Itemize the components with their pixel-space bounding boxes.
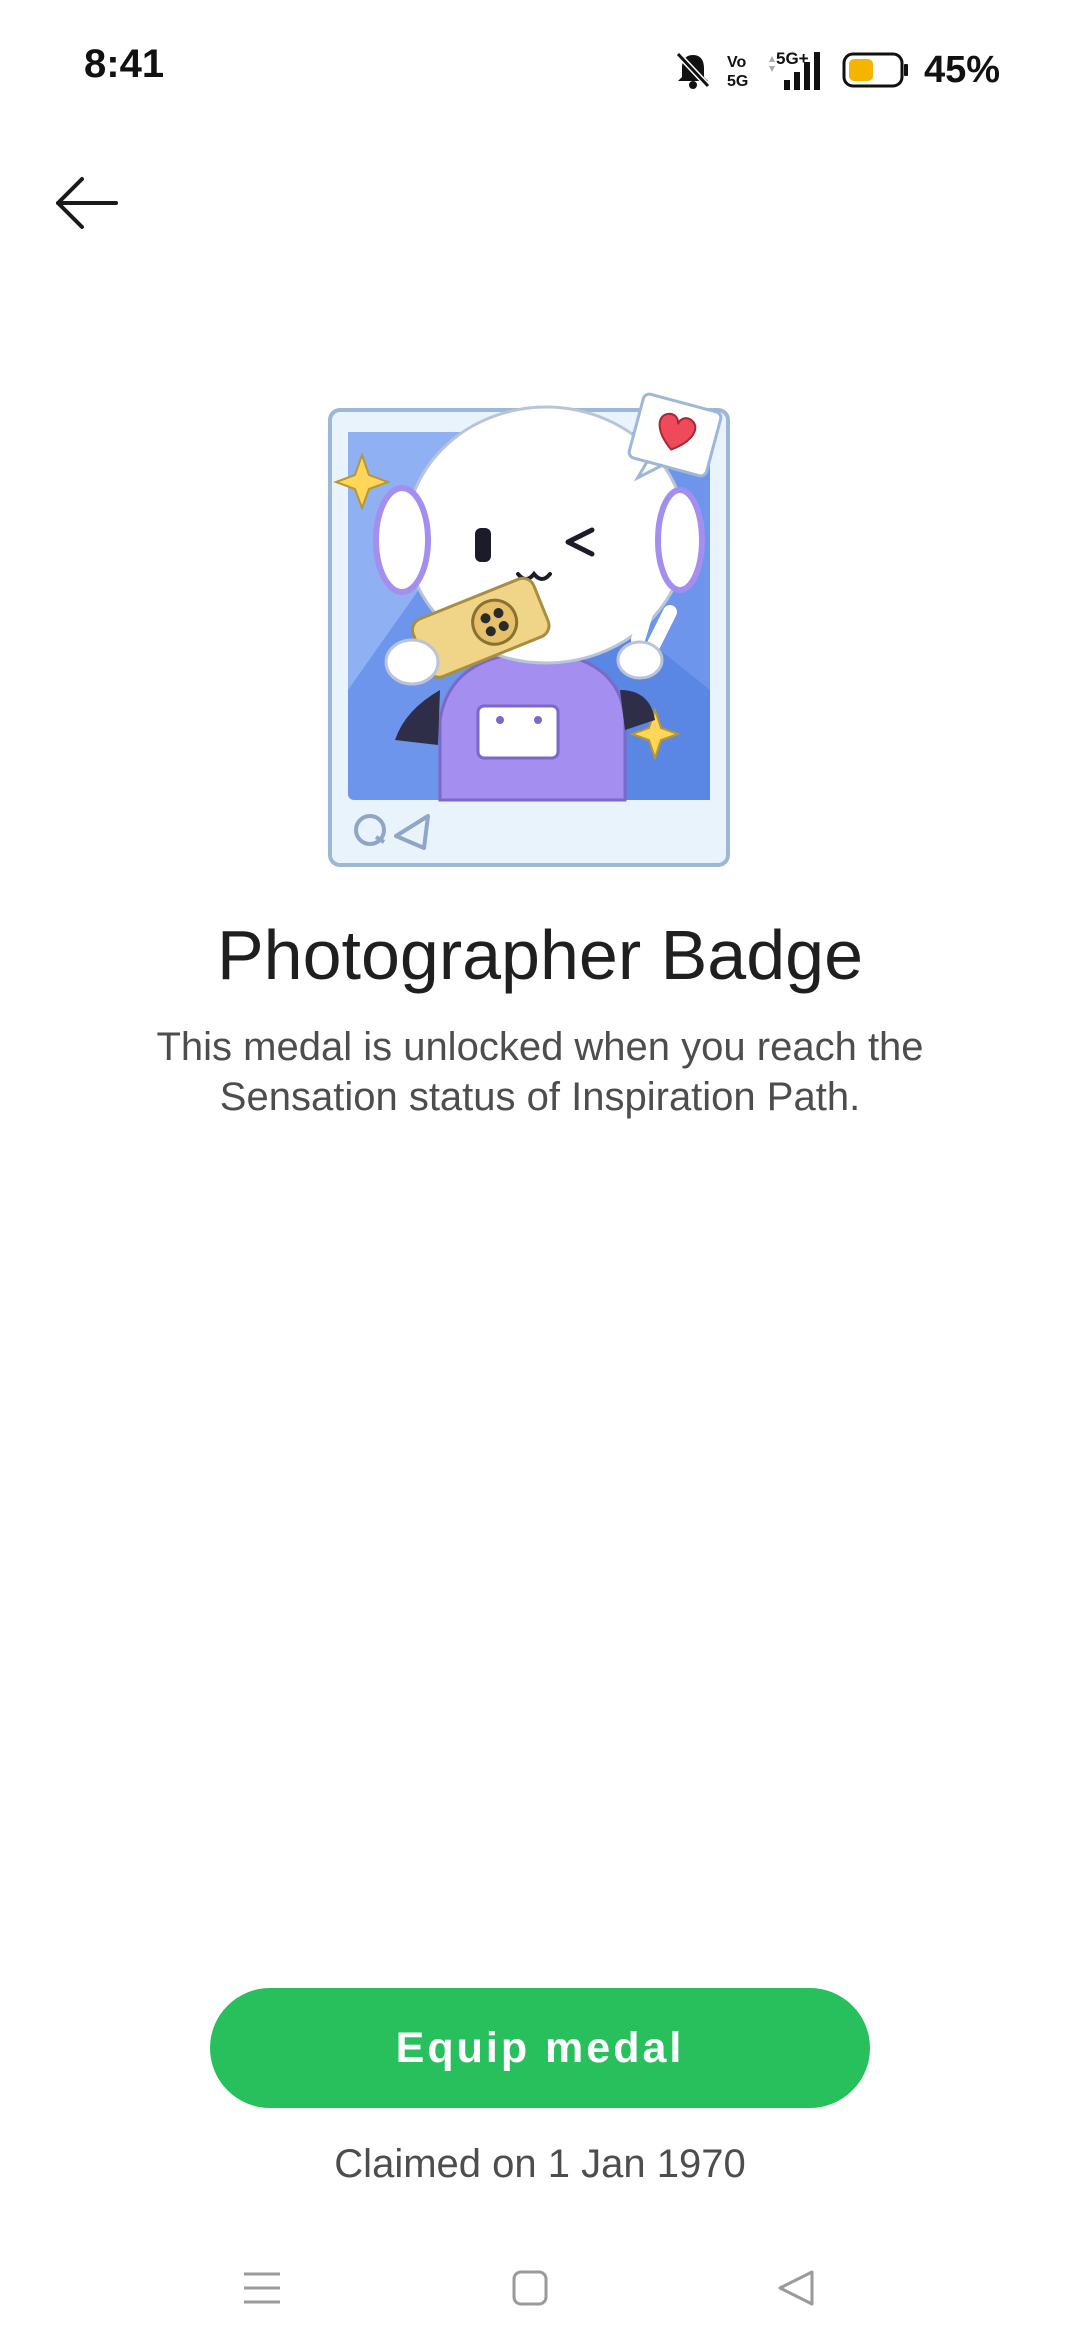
status-icons: Vo 5G 5G+ 45%	[674, 40, 1000, 100]
volte-5g-icon: Vo 5G	[726, 50, 752, 90]
back-nav-button[interactable]	[756, 2260, 836, 2320]
battery-icon	[842, 50, 910, 90]
back-triangle-icon	[774, 2266, 818, 2315]
home-button[interactable]	[490, 2260, 570, 2320]
svg-text:5G+: 5G+	[776, 49, 809, 68]
system-nav-bar	[0, 2240, 1080, 2340]
bell-muted-icon	[674, 50, 712, 90]
battery-percent: 45%	[923, 48, 1000, 91]
badge-description: This medal is unlocked when you reach th…	[156, 1025, 924, 1119]
svg-text:5G: 5G	[727, 73, 748, 90]
equip-medal-button[interactable]: Equip medal	[210, 1988, 870, 2108]
badge-title: Photographer Badge	[216, 916, 864, 994]
status-time: 8:41	[84, 42, 165, 86]
claimed-date-text: Claimed on 1 Jan 1970	[334, 2142, 746, 2186]
arrow-left-icon	[50, 173, 120, 238]
svg-text:Vo: Vo	[727, 54, 746, 71]
status-bar: 8:41 Vo 5G 5G+ 45%	[0, 0, 1080, 140]
menu-icon	[240, 2266, 284, 2315]
recents-button[interactable]	[222, 2260, 302, 2320]
signal-5g-plus-icon: 5G+	[766, 48, 828, 92]
back-button[interactable]	[40, 160, 130, 250]
photographer-badge-illustration	[320, 390, 760, 870]
home-square-icon	[508, 2266, 552, 2315]
